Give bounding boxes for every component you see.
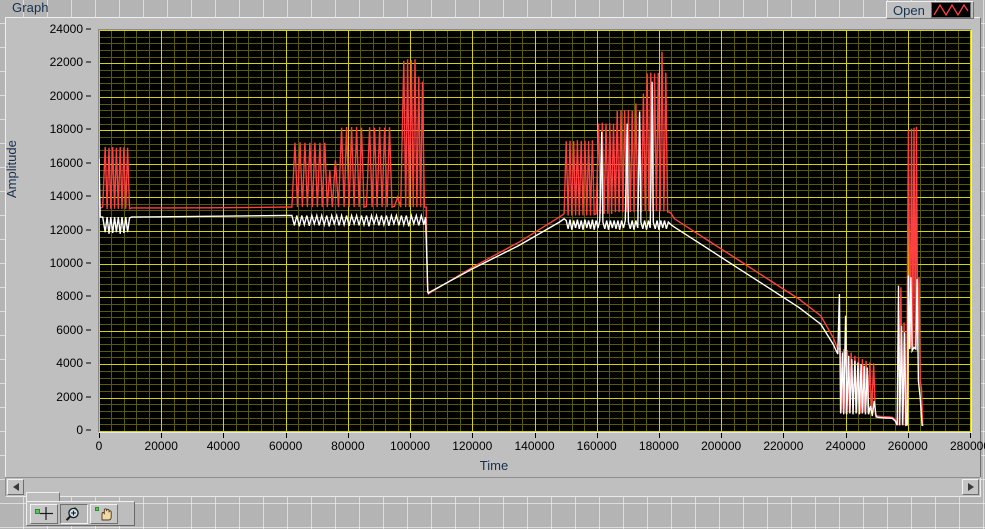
- x-tick-mark: [410, 433, 412, 438]
- waveform-icon[interactable]: [930, 2, 971, 18]
- waveform-graph-control[interactable]: Open Amplitude 0 2000 4000 6000 8000 10000 120…: [4, 1, 985, 497]
- plot-legend[interactable]: Open: [886, 1, 974, 19]
- x-tick-mark: [223, 433, 225, 438]
- y-tick-label: 0: [76, 423, 83, 437]
- y-tick-label: 6000: [56, 322, 83, 337]
- y-tick-mark: [86, 396, 91, 398]
- x-tick-label: 140000: [514, 439, 555, 453]
- y-tick-mark: [86, 28, 91, 30]
- x-tick-label: 20000: [144, 439, 178, 453]
- plot-svg: [99, 30, 971, 432]
- x-tick-label: 160000: [576, 439, 617, 453]
- y-tick-mark: [86, 61, 91, 63]
- x-tick-mark: [783, 433, 785, 438]
- y-tick-label: 14000: [49, 189, 83, 204]
- x-tick-label: 60000: [268, 439, 303, 453]
- x-tick-mark: [596, 433, 598, 438]
- y-tick-mark: [86, 128, 91, 130]
- y-tick-label: 18000: [49, 122, 83, 137]
- y-tick-mark: [86, 229, 91, 230]
- y-tick-label: 20000: [49, 88, 83, 103]
- x-axis-ticks: 0 20000 40000 60000 80000 100000 120000 140000 1…: [95, 433, 985, 457]
- x-tick-mark: [534, 433, 536, 438]
- y-tick-mark: [86, 329, 91, 331]
- x-tick-mark: [161, 433, 163, 438]
- x-tick-mark: [472, 433, 474, 438]
- y-tick-mark: [86, 95, 91, 97]
- y-axis-ticks: 0 2000 4000 6000 8000 10000 12000 14000 16000 180…: [6, 22, 92, 437]
- y-tick-mark: [86, 162, 91, 164]
- front-panel: Graph Open Amplitude 0 2000 4000 6000 8000 10…: [0, 0, 985, 529]
- arrow-left-glyph: [12, 483, 19, 491]
- y-tick-mark: [86, 429, 91, 431]
- arrow-left-icon[interactable]: [7, 479, 24, 495]
- y-tick-label: 12000: [49, 222, 83, 237]
- x-tick-label: 120000: [452, 439, 493, 453]
- graph-palette[interactable]: [26, 501, 135, 526]
- y-tick-mark: [86, 262, 91, 264]
- magnifier-icon: [65, 506, 79, 521]
- x-tick-mark: [907, 433, 909, 438]
- zoom-tool[interactable]: [60, 503, 88, 524]
- y-tick-label: 2000: [56, 389, 83, 404]
- y-tick-label: 16000: [49, 155, 83, 170]
- graph-title-label: Graph: [12, 0, 49, 15]
- y-tick-label: 8000: [56, 289, 83, 304]
- hand-icon: [95, 506, 112, 520]
- plot-legend-label: Open: [893, 2, 925, 18]
- plot-canvas[interactable]: [99, 30, 971, 432]
- x-tick-mark: [285, 433, 287, 438]
- plot-area-frame[interactable]: [98, 29, 972, 433]
- x-tick-mark: [970, 433, 971, 438]
- cursor-tool[interactable]: [30, 503, 58, 524]
- x-tick-label: 0: [95, 439, 103, 453]
- x-tick-label: 260000: [887, 439, 928, 453]
- y-tick-mark: [86, 362, 91, 364]
- x-tick-mark: [99, 433, 100, 438]
- x-tick-label: 240000: [825, 439, 866, 453]
- legend-waveform-glyph: [933, 3, 969, 17]
- y-tick-label: 4000: [56, 356, 83, 371]
- y-tick-mark: [86, 195, 91, 197]
- x-tick-label: 200000: [701, 439, 742, 453]
- x-tick-label: 280000: [949, 439, 985, 453]
- x-axis-label: Time: [479, 458, 509, 473]
- x-tick-label: 80000: [331, 439, 365, 453]
- x-tick-label: 40000: [206, 439, 241, 453]
- x-tick-mark: [845, 433, 847, 438]
- y-tick-mark: [86, 295, 91, 297]
- pan-tool[interactable]: [90, 503, 118, 524]
- x-tick-mark: [347, 433, 349, 438]
- x-tick-label: 220000: [763, 439, 804, 453]
- y-tick-label: 22000: [49, 55, 83, 70]
- y-tick-label: 24000: [49, 22, 83, 36]
- x-tick-mark: [658, 433, 660, 438]
- x-tick-label: 100000: [390, 439, 431, 453]
- crosshair-icon: [35, 507, 53, 520]
- x-tick-label: 180000: [638, 439, 679, 453]
- arrow-right-icon[interactable]: [962, 479, 979, 495]
- arrow-right-glyph: [967, 483, 974, 491]
- x-tick-mark: [721, 433, 723, 438]
- y-tick-label: 10000: [49, 255, 83, 270]
- horizontal-scrollbar[interactable]: [5, 477, 981, 497]
